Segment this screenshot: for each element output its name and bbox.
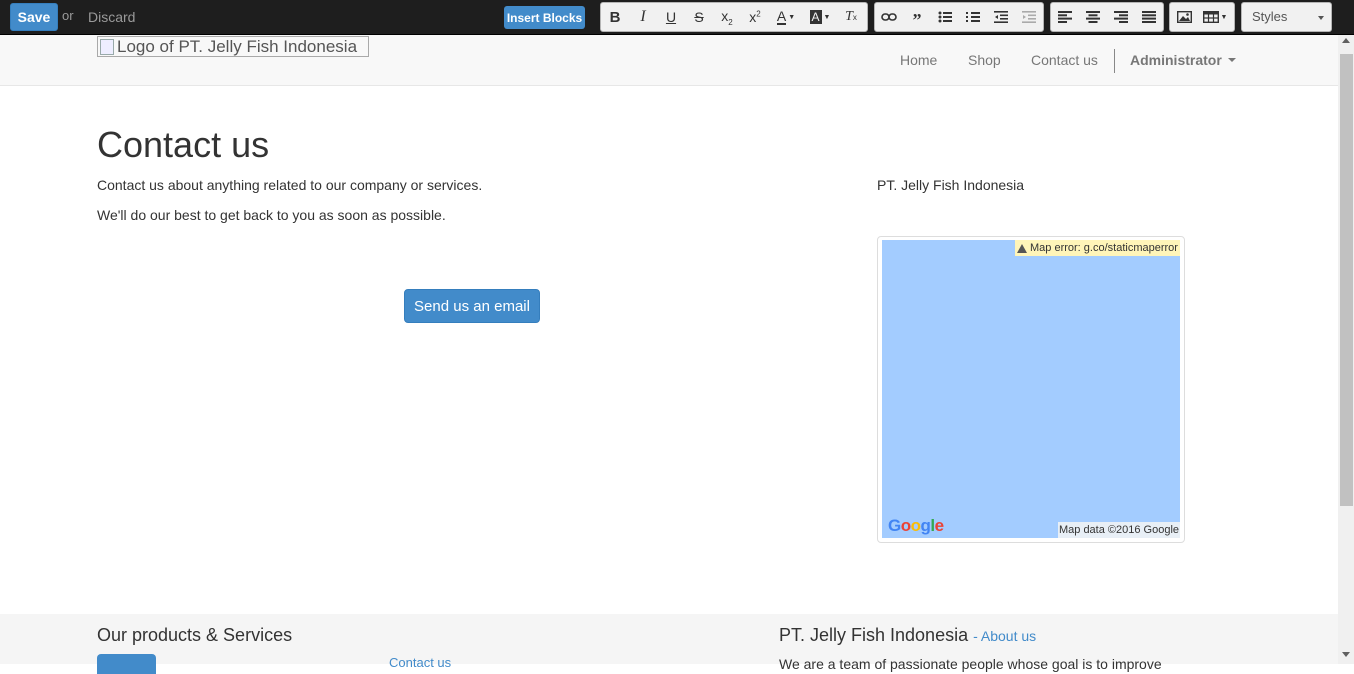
- align-group: [1050, 2, 1164, 32]
- map-attribution: Map data ©2016 Google: [1058, 522, 1180, 538]
- send-email-button[interactable]: Send us an email: [404, 289, 540, 323]
- discard-link[interactable]: Discard: [88, 9, 135, 25]
- styles-dropdown-label: Styles: [1252, 9, 1288, 24]
- font-color-icon[interactable]: A ▼: [769, 3, 803, 31]
- paragraph-group: ”: [874, 2, 1044, 32]
- map-error-text: Map error: g.co/staticmaperror: [1030, 242, 1178, 254]
- footer-company-heading: PT. Jelly Fish Indonesia - About us: [779, 625, 1036, 646]
- footer-company-name: PT. Jelly Fish Indonesia: [779, 625, 969, 645]
- nav-link-contact[interactable]: Contact us: [1031, 52, 1098, 68]
- map-error-banner: Map error: g.co/staticmaperror: [1015, 240, 1180, 256]
- google-logo: Google: [888, 516, 944, 535]
- footer-button[interactable]: [97, 654, 156, 674]
- scrollbar-thumb[interactable]: [1340, 54, 1353, 506]
- nav-link-home[interactable]: Home: [900, 52, 937, 68]
- scroll-down-icon[interactable]: [1342, 652, 1350, 657]
- user-menu-label: Administrator: [1130, 52, 1222, 68]
- caret-down-icon: [1227, 58, 1236, 62]
- scroll-up-icon[interactable]: [1342, 38, 1350, 43]
- user-menu[interactable]: Administrator: [1130, 52, 1236, 68]
- quote-icon[interactable]: ”: [903, 3, 931, 31]
- map-image[interactable]: [882, 240, 1180, 538]
- insert-blocks-button[interactable]: Insert Blocks: [504, 6, 585, 29]
- editor-toolbar: Save or Discard Insert Blocks B I U S x2…: [0, 0, 1354, 35]
- footer-about-text: We are a team of passionate people whose…: [779, 656, 1162, 672]
- align-left-icon[interactable]: [1051, 3, 1079, 31]
- align-center-icon[interactable]: [1079, 3, 1107, 31]
- nav-link-shop[interactable]: Shop: [968, 52, 1001, 68]
- highlight-color-icon[interactable]: A ▼: [803, 3, 837, 31]
- site-navbar: Logo of PT. Jelly Fish Indonesia Home Sh…: [0, 35, 1338, 86]
- bold-icon[interactable]: B: [601, 3, 629, 31]
- link-icon[interactable]: [875, 3, 903, 31]
- image-icon[interactable]: [1170, 3, 1198, 31]
- about-us-link[interactable]: - About us: [973, 628, 1036, 644]
- save-button[interactable]: Save: [10, 3, 58, 31]
- chevron-down-icon: [1318, 16, 1324, 20]
- insert-group: ▼: [1169, 2, 1235, 32]
- table-icon[interactable]: ▼: [1198, 3, 1232, 31]
- format-group: B I U S x2 x2 A ▼ A ▼ Tx: [600, 2, 868, 32]
- align-right-icon[interactable]: [1107, 3, 1135, 31]
- warning-icon: [1017, 243, 1027, 253]
- bulleted-list-icon[interactable]: [931, 3, 959, 31]
- indent-icon[interactable]: [1015, 3, 1043, 31]
- superscript-icon[interactable]: x2: [741, 3, 769, 31]
- page-title: Contact us: [97, 124, 270, 165]
- logo-alt-text: Logo of PT. Jelly Fish Indonesia: [117, 36, 358, 56]
- underline-icon[interactable]: U: [657, 3, 685, 31]
- numbered-list-icon[interactable]: [959, 3, 987, 31]
- or-label: or: [62, 8, 74, 23]
- italic-icon[interactable]: I: [629, 3, 657, 31]
- strikethrough-icon[interactable]: S: [685, 3, 713, 31]
- align-justify-icon[interactable]: [1135, 3, 1163, 31]
- footer-products-heading: Our products & Services: [97, 625, 293, 645]
- nav-divider: [1114, 49, 1115, 73]
- styles-dropdown[interactable]: Styles: [1241, 2, 1332, 32]
- broken-image-icon: [100, 38, 114, 55]
- site-logo[interactable]: Logo of PT. Jelly Fish Indonesia: [97, 36, 369, 57]
- clear-format-icon[interactable]: Tx: [837, 3, 865, 31]
- outdent-icon[interactable]: [987, 3, 1015, 31]
- intro-text-2: We'll do our best to get back to you as …: [97, 207, 446, 223]
- company-name: PT. Jelly Fish Indonesia: [877, 177, 1025, 193]
- intro-text-1: Contact us about anything related to our…: [97, 177, 483, 193]
- footer-contact-link[interactable]: Contact us: [389, 655, 451, 670]
- subscript-icon[interactable]: x2: [713, 3, 741, 31]
